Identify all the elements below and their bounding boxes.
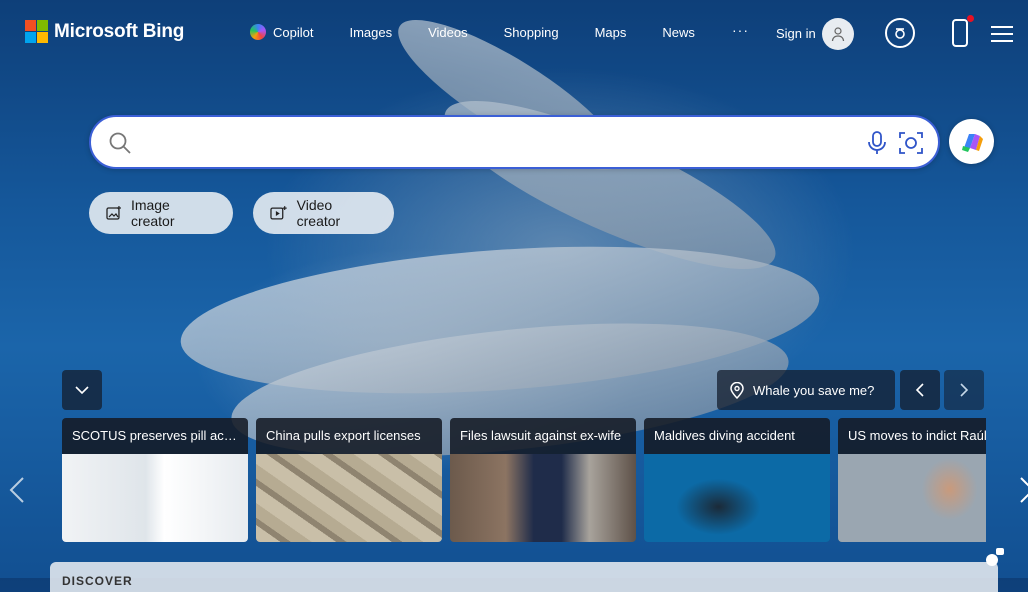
- image-of-day-caption[interactable]: Whale you save me?: [717, 370, 895, 410]
- bing-logo[interactable]: Microsoft Bing: [25, 20, 184, 43]
- phone-icon[interactable]: [952, 15, 974, 47]
- user-icon: [831, 27, 845, 42]
- search-input[interactable]: [137, 127, 841, 159]
- avatar[interactable]: [822, 18, 854, 50]
- feedback-icon[interactable]: [984, 546, 1006, 568]
- news-card[interactable]: SCOTUS preserves pill access: [62, 418, 248, 542]
- top-nav: Copilot Images Videos Shopping Maps News: [250, 24, 731, 40]
- news-card-image: [644, 454, 830, 542]
- copilot-button[interactable]: [949, 119, 994, 164]
- nav-item-videos[interactable]: Videos: [428, 25, 468, 40]
- news-card-title: China pulls export licenses: [256, 418, 442, 454]
- search-box: [89, 115, 940, 169]
- nav-item-images[interactable]: Images: [349, 25, 392, 40]
- news-card-title: US moves to indict Raúl Castro: [838, 418, 986, 454]
- news-card-image: [450, 454, 636, 542]
- chevron-down-icon: [75, 386, 89, 395]
- news-carousel: SCOTUS preserves pill access China pulls…: [62, 418, 986, 542]
- rewards-icon[interactable]: [885, 18, 915, 48]
- notification-dot: [967, 15, 974, 22]
- collapse-button[interactable]: [62, 370, 102, 410]
- previous-image-button[interactable]: [900, 370, 940, 410]
- microphone-icon[interactable]: [866, 130, 888, 156]
- news-card-title: SCOTUS preserves pill access: [62, 418, 248, 454]
- news-card-image: [838, 454, 986, 542]
- nav-item-maps[interactable]: Maps: [595, 25, 627, 40]
- news-card-title: Files lawsuit against ex-wife: [450, 418, 636, 454]
- video-creator-icon: [270, 206, 287, 220]
- copilot-icon: [250, 24, 266, 40]
- news-card-image: [256, 454, 442, 542]
- chevron-right-icon: [960, 383, 969, 397]
- news-card[interactable]: China pulls export licenses: [256, 418, 442, 542]
- next-image-button[interactable]: [944, 370, 984, 410]
- news-card-image: [62, 454, 248, 542]
- discover-section[interactable]: DISCOVER: [50, 562, 998, 592]
- news-card[interactable]: US moves to indict Raúl Castro: [838, 418, 986, 542]
- carousel-previous-icon[interactable]: [8, 476, 26, 504]
- hamburger-menu-icon[interactable]: [991, 26, 1013, 42]
- carousel-next-icon[interactable]: [1018, 476, 1028, 504]
- top-bar: Microsoft Bing Copilot Images Videos Sho…: [0, 0, 1028, 66]
- nav-item-copilot[interactable]: Copilot: [250, 24, 313, 40]
- more-nav-button[interactable]: ···: [732, 22, 749, 38]
- news-card[interactable]: Maldives diving accident: [644, 418, 830, 542]
- copilot-icon: [961, 133, 983, 152]
- video-creator-button[interactable]: Video creator: [253, 192, 394, 234]
- image-creator-button[interactable]: Image creator: [89, 192, 233, 234]
- visual-search-icon[interactable]: [897, 129, 925, 157]
- chevron-left-icon: [915, 383, 924, 397]
- search-icon[interactable]: [108, 131, 132, 155]
- brand-name: Microsoft Bing: [54, 20, 185, 42]
- news-card-title: Maldives diving accident: [644, 418, 830, 454]
- sign-in-link[interactable]: Sign in: [776, 26, 816, 41]
- image-creator-icon: [106, 206, 121, 220]
- trophy-icon: [895, 28, 905, 39]
- nav-item-shopping[interactable]: Shopping: [504, 25, 559, 40]
- location-pin-icon: [730, 381, 744, 399]
- microsoft-logo-icon: [25, 20, 48, 43]
- news-card[interactable]: Files lawsuit against ex-wife: [450, 418, 636, 542]
- nav-item-news[interactable]: News: [662, 25, 695, 40]
